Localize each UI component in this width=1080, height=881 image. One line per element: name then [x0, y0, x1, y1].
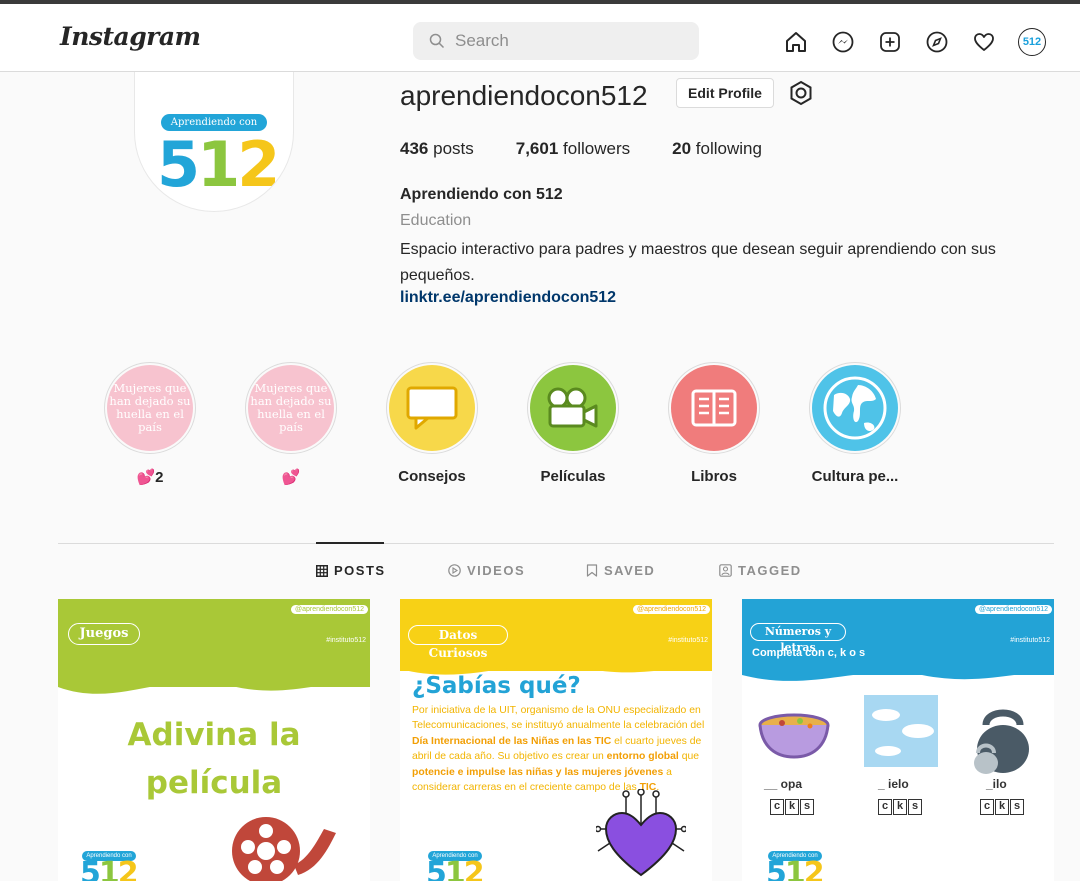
- search-icon: [429, 33, 445, 49]
- tabs-divider: [58, 543, 1054, 544]
- explore-icon[interactable]: [924, 29, 950, 55]
- settings-gear-icon[interactable]: [788, 80, 814, 106]
- post-tile[interactable]: Juegos @aprendiendocon512 #instituto512 …: [58, 599, 370, 881]
- highlight-item[interactable]: Cultura pe...: [809, 362, 901, 485]
- mini-logo: 512: [426, 856, 485, 881]
- heart-circuit-icon: [596, 789, 686, 877]
- avatar-text: 512: [1022, 36, 1042, 48]
- search-placeholder: Search: [455, 31, 509, 50]
- tab-tagged[interactable]: TAGGED: [719, 563, 802, 578]
- highlight-label: 💕: [281, 469, 301, 486]
- post-handle: @aprendiendocon512: [291, 605, 368, 614]
- nav-icons: 512: [783, 28, 1046, 56]
- posts-count: 436 posts: [400, 139, 474, 158]
- post-category-pill: Datos Curiosos: [408, 625, 508, 660]
- post-body-text: Por iniciativa de la UIT, organismo de l…: [412, 705, 705, 794]
- search-input[interactable]: Search: [413, 22, 699, 60]
- highlight-label: Películas: [540, 468, 606, 485]
- highlight-item[interactable]: Consejos: [386, 362, 478, 485]
- profile-avatar[interactable]: 512: [1018, 28, 1046, 56]
- new-post-icon[interactable]: [877, 29, 903, 55]
- grid-icon: [316, 564, 328, 577]
- profile-link[interactable]: linktr.ee/aprendiendocon512: [400, 289, 616, 307]
- messenger-icon[interactable]: [830, 29, 856, 55]
- post-category-pill: Números y letras: [750, 623, 846, 654]
- profile-stats: 436 posts 7,601 followers 20 following: [400, 139, 804, 159]
- post-heading: ¿Sabías qué?: [412, 673, 581, 699]
- post-category-pill: Juegos: [68, 623, 140, 645]
- post-tile[interactable]: Datos Curiosos @aprendiendocon512 #insti…: [400, 599, 712, 881]
- post-title: Adivina la película: [127, 717, 301, 801]
- highlight-item[interactable]: Libros: [668, 362, 760, 485]
- kettlebell-icon: [974, 709, 1029, 774]
- highlight-cover: Mujeres que han dejado su huella en el p…: [248, 365, 334, 451]
- profile-bio: Espacio interactivo para padres y maestr…: [400, 241, 996, 284]
- post-subtitle: Completa con c, k o s: [752, 647, 866, 659]
- highlight-label: Libros: [691, 468, 737, 485]
- tab-saved[interactable]: SAVED: [586, 563, 655, 578]
- sky-clouds-icon: [864, 695, 938, 767]
- post-hashtag: #instituto512: [1010, 637, 1050, 644]
- letter-boxes: cks: [980, 799, 1025, 815]
- activity-heart-icon[interactable]: [971, 29, 997, 55]
- wave-divider: [58, 659, 370, 694]
- window-top-edge: [0, 0, 1080, 4]
- speech-bubble-icon: [389, 365, 475, 451]
- post-handle: @aprendiendocon512: [633, 605, 710, 614]
- letter-boxes: cks: [770, 799, 815, 815]
- post-hashtag: #instituto512: [668, 637, 708, 644]
- highlight-cover: Mujeres que han dejado su huella en el p…: [107, 365, 193, 451]
- mini-logo: 512: [80, 856, 139, 881]
- mini-logo: 512: [766, 856, 825, 881]
- bookmark-icon: [586, 564, 598, 577]
- profile-full-name: Aprendiendo con 512: [400, 186, 563, 203]
- instagram-logo[interactable]: Instagram: [60, 22, 201, 51]
- profile-picture[interactable]: Aprendiendo con 512: [134, 72, 294, 212]
- play-circle-icon: [448, 564, 461, 577]
- highlight-item[interactable]: Mujeres que han dejado su huella en el p…: [245, 362, 337, 486]
- following-count[interactable]: 20 following: [672, 139, 762, 159]
- globe-icon: [812, 365, 898, 451]
- tab-posts-label: POSTS: [334, 563, 386, 578]
- post-word: _ilo: [986, 777, 1007, 791]
- post-hashtag: #instituto512: [326, 637, 366, 644]
- tagged-person-icon: [719, 564, 732, 577]
- highlight-label: Consejos: [398, 468, 466, 485]
- post-handle: @aprendiendocon512: [975, 605, 1052, 614]
- soup-bowl-icon: [758, 713, 830, 759]
- highlight-item[interactable]: Películas: [527, 362, 619, 485]
- profile-category: Education: [400, 212, 472, 229]
- post-tile[interactable]: Números y letras @aprendiendocon512 #ins…: [742, 599, 1054, 881]
- highlight-item[interactable]: Mujeres que han dejado su huella en el p…: [104, 362, 196, 486]
- profile-pic-number: 512: [157, 128, 280, 201]
- book-icon: [671, 365, 757, 451]
- top-navigation-bar: Instagram Search 512: [0, 0, 1080, 72]
- tab-saved-label: SAVED: [604, 563, 656, 578]
- video-camera-icon: [530, 365, 616, 451]
- post-word: _ ielo: [878, 777, 909, 791]
- active-tab-indicator: [316, 542, 384, 544]
- highlight-label: 💕2: [136, 469, 164, 486]
- post-word: __ opa: [764, 777, 803, 791]
- profile-username: aprendiendocon512: [400, 80, 648, 111]
- film-reel-icon: [232, 817, 336, 881]
- tab-videos-label: VIDEOS: [467, 563, 526, 578]
- edit-profile-button[interactable]: Edit Profile: [676, 78, 774, 108]
- highlight-label: Cultura pe...: [811, 468, 899, 485]
- letter-boxes: cks: [878, 799, 923, 815]
- tab-videos[interactable]: VIDEOS: [448, 563, 525, 578]
- home-icon[interactable]: [783, 29, 809, 55]
- followers-count[interactable]: 7,601 followers: [516, 139, 630, 159]
- tab-posts[interactable]: POSTS: [316, 563, 386, 578]
- tab-tagged-label: TAGGED: [738, 563, 802, 578]
- wave-divider: [742, 655, 1054, 681]
